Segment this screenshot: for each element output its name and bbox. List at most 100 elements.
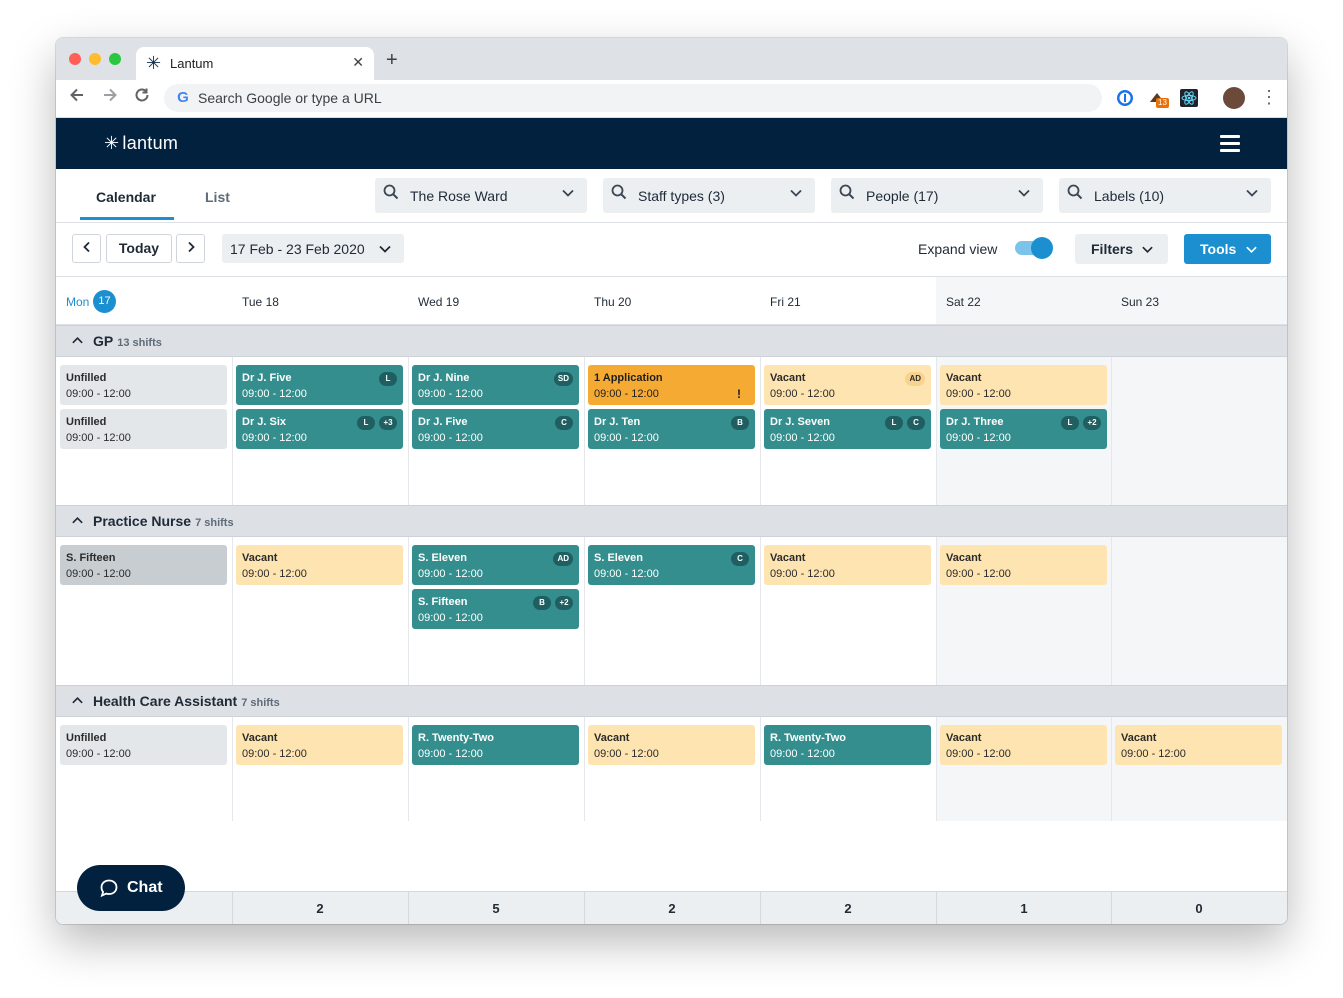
section-header[interactable]: Health Care Assistant 7 shifts — [56, 685, 1287, 717]
shift-card[interactable]: 1 Application 09:00 - 12:00! — [588, 365, 755, 405]
shift-card[interactable]: Unfilled 09:00 - 12:00 — [60, 365, 227, 405]
footer-count: 2 — [844, 901, 852, 916]
extension-with-badge-icon[interactable]: 13 — [1148, 89, 1169, 108]
close-tab-icon[interactable]: ✕ — [352, 54, 364, 71]
shift-card[interactable]: Dr J. Three 09:00 - 12:00 L +2 — [940, 409, 1107, 449]
filters-button[interactable]: Filters — [1075, 234, 1168, 264]
day-label: Sun 23 — [1121, 295, 1160, 309]
shift-card[interactable]: Dr J. Ten 09:00 - 12:00 B — [588, 409, 755, 449]
chat-button[interactable]: Chat — [77, 865, 185, 911]
section-header[interactable]: Practice Nurse 7 shifts — [56, 505, 1287, 537]
shift-name: Vacant — [1121, 732, 1157, 744]
shift-card[interactable]: Dr J. Six 09:00 - 12:00 L +3 — [236, 409, 403, 449]
shift-card[interactable]: Vacant 09:00 - 12:00 — [940, 545, 1107, 585]
address-bar[interactable]: G Search Google or type a URL — [164, 84, 1102, 112]
shift-tag-badge: B — [731, 416, 749, 430]
shift-card[interactable]: R. Twenty-Two 09:00 - 12:00 — [764, 725, 931, 765]
shift-card[interactable]: Vacant 09:00 - 12:00 — [1115, 725, 1282, 765]
footer-count: 2 — [668, 901, 676, 916]
shift-card[interactable]: Vacant 09:00 - 12:00 — [588, 725, 755, 765]
zoom-window-button[interactable] — [109, 53, 121, 65]
shift-name: S. Fifteen — [66, 552, 116, 564]
react-devtools-icon[interactable] — [1180, 89, 1198, 107]
password-manager-extension-icon[interactable] — [1116, 89, 1134, 107]
shift-card[interactable]: S. Eleven 09:00 - 12:00 C — [588, 545, 755, 585]
section-title: Practice Nurse 7 shifts — [93, 513, 234, 529]
shift-time: 09:00 - 12:00 — [66, 748, 131, 760]
footer-count: 1 — [1020, 901, 1028, 916]
profile-avatar[interactable] — [1223, 87, 1245, 109]
shift-card[interactable]: Vacant 09:00 - 12:00 — [764, 545, 931, 585]
tab-calendar[interactable]: Calendar — [96, 189, 156, 205]
shift-card[interactable]: Dr J. Nine 09:00 - 12:00 SD — [412, 365, 579, 405]
shift-card[interactable]: Dr J. Seven 09:00 - 12:00 L C — [764, 409, 931, 449]
shift-card[interactable]: Vacant 09:00 - 12:00 — [940, 365, 1107, 405]
next-week-button[interactable] — [176, 234, 205, 263]
lantum-logo[interactable]: ✳ lantum — [104, 133, 178, 154]
column-divider — [408, 537, 409, 685]
column-divider — [936, 537, 937, 685]
shift-time: 09:00 - 12:00 — [418, 748, 483, 760]
chevron-down-icon — [789, 186, 803, 205]
chevron-up-icon[interactable] — [71, 514, 84, 532]
column-divider — [232, 717, 233, 821]
labels-filter-select[interactable]: Labels (10) — [1059, 178, 1271, 213]
shift-name: Vacant — [242, 552, 278, 564]
shift-card[interactable]: Dr J. Five 09:00 - 12:00 L — [236, 365, 403, 405]
people-filter-label: People (17) — [866, 188, 939, 204]
ward-filter-select[interactable]: The Rose Ward — [375, 178, 587, 213]
shift-card[interactable]: Vacant 09:00 - 12:00 — [236, 725, 403, 765]
chevron-down-icon — [379, 245, 391, 253]
close-window-button[interactable] — [69, 53, 81, 65]
staff-types-filter-label: Staff types (3) — [638, 188, 725, 204]
shift-card[interactable]: Unfilled 09:00 - 12:00 — [60, 725, 227, 765]
people-filter-select[interactable]: People (17) — [831, 178, 1043, 213]
shift-time: 09:00 - 12:00 — [594, 568, 659, 580]
today-button[interactable]: Today — [106, 234, 172, 263]
shift-name: Dr J. Five — [242, 372, 292, 384]
date-range-select[interactable]: 17 Feb - 23 Feb 2020 — [222, 234, 404, 263]
previous-week-button[interactable] — [72, 234, 101, 263]
shift-card[interactable]: S. Eleven 09:00 - 12:00 AD — [412, 545, 579, 585]
chevron-down-icon — [1017, 186, 1031, 205]
tools-button[interactable]: Tools — [1184, 234, 1271, 264]
shift-card[interactable]: S. Fifteen 09:00 - 12:00 B +2 — [412, 589, 579, 629]
forward-icon[interactable] — [101, 86, 119, 110]
minimize-window-button[interactable] — [89, 53, 101, 65]
column-divider — [760, 537, 761, 685]
new-tab-icon[interactable]: + — [386, 50, 398, 70]
browser-tab[interactable]: ✳ Lantum ✕ — [136, 47, 374, 80]
section-header[interactable]: GP 13 shifts — [56, 325, 1287, 357]
shift-name: Dr J. Ten — [594, 416, 641, 428]
day-label: Fri 21 — [770, 295, 801, 309]
shift-card[interactable]: Vacant 09:00 - 12:00 — [940, 725, 1107, 765]
shift-card[interactable]: Vacant 09:00 - 12:00 AD — [764, 365, 931, 405]
shift-time: 09:00 - 12:00 — [242, 568, 307, 580]
reload-icon[interactable] — [133, 86, 151, 110]
hamburger-menu-icon[interactable] — [1220, 135, 1240, 156]
shift-tags: L +2 — [1057, 414, 1101, 430]
footer-count: 5 — [492, 901, 500, 916]
browser-menu-icon[interactable]: ⋮ — [1260, 87, 1278, 108]
alert-icon: ! — [737, 387, 741, 401]
shift-time: 09:00 - 12:00 — [418, 432, 483, 444]
expand-view-toggle[interactable] — [1015, 237, 1053, 259]
shift-time: 09:00 - 12:00 — [770, 388, 835, 400]
shift-card[interactable]: Vacant 09:00 - 12:00 — [236, 545, 403, 585]
shift-card[interactable]: Dr J. Five 09:00 - 12:00 C — [412, 409, 579, 449]
tab-list[interactable]: List — [205, 189, 230, 205]
chevron-up-icon[interactable] — [71, 694, 84, 712]
back-icon[interactable] — [68, 86, 86, 110]
active-tab-indicator — [80, 217, 174, 220]
shift-tag-badge: L — [885, 416, 903, 430]
section-body: S. Fifteen 09:00 - 12:00 Vacant 09:00 - 12:… — [56, 537, 1287, 685]
column-divider — [232, 357, 233, 505]
shift-card[interactable]: R. Twenty-Two 09:00 - 12:00 — [412, 725, 579, 765]
staff-types-filter-select[interactable]: Staff types (3) — [603, 178, 815, 213]
shift-card[interactable]: S. Fifteen 09:00 - 12:00 — [60, 545, 227, 585]
chevron-up-icon[interactable] — [71, 334, 84, 352]
shift-card[interactable]: Unfilled 09:00 - 12:00 — [60, 409, 227, 449]
section-title-text: Practice Nurse — [93, 513, 192, 529]
tools-button-label: Tools — [1200, 241, 1237, 257]
day-header-0: Mon 17 — [56, 277, 232, 324]
